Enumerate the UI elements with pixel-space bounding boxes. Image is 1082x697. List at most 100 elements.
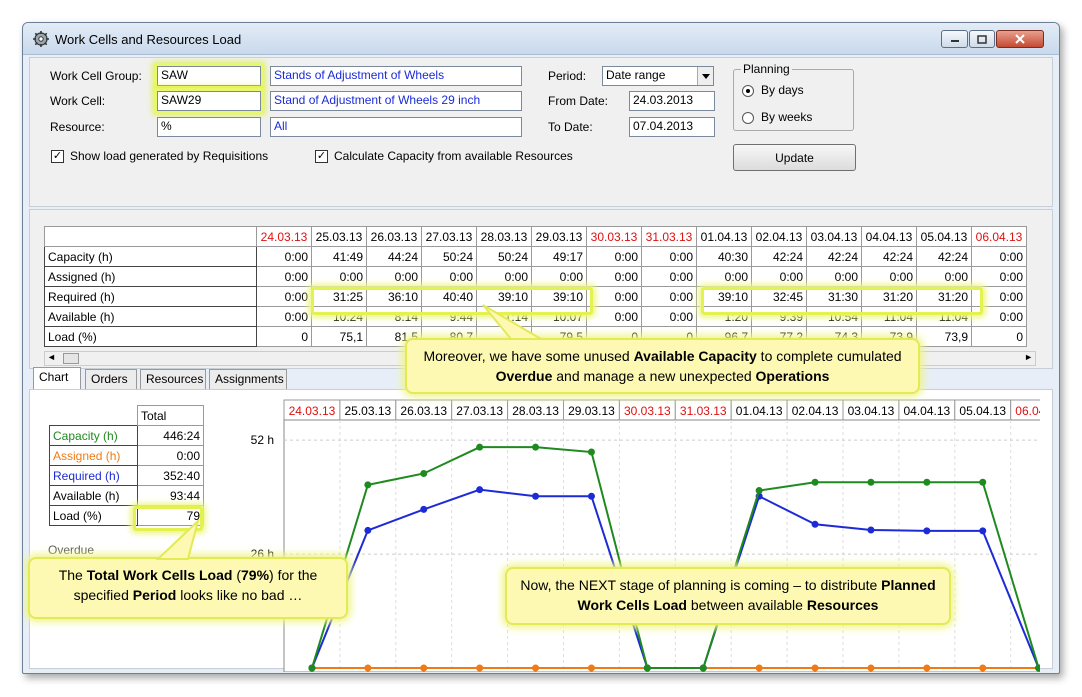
grid-cell[interactable]: 42:24 bbox=[861, 246, 917, 267]
grid-cell[interactable]: 42:24 bbox=[916, 246, 972, 267]
work-cell-group-code-input[interactable]: SAW bbox=[157, 66, 261, 86]
work-cell-name-field[interactable]: Stand of Adjustment of Wheels 29 inch bbox=[270, 91, 522, 111]
tab-resources[interactable]: Resources bbox=[140, 369, 206, 389]
calc-capacity-checkbox[interactable]: ✓ bbox=[315, 150, 328, 163]
grid-cell[interactable]: 0 bbox=[971, 326, 1027, 347]
grid-cell[interactable]: 49:17 bbox=[531, 246, 587, 267]
grid-date-header[interactable]: 27.03.13 bbox=[421, 226, 477, 247]
chart-date-label: 25.03.13 bbox=[344, 404, 391, 418]
grid-cell[interactable]: 0:00 bbox=[256, 266, 312, 287]
to-date-input[interactable]: 07.04.2013 bbox=[629, 117, 715, 137]
chevron-down-icon[interactable] bbox=[697, 67, 713, 85]
grid-cell[interactable]: 0 bbox=[256, 326, 312, 347]
grid-cell[interactable]: 0:00 bbox=[696, 266, 752, 287]
by-weeks-radio[interactable] bbox=[742, 112, 754, 124]
totals-value: 93:44 bbox=[137, 485, 204, 506]
data-point bbox=[811, 520, 819, 528]
grid-cell[interactable]: 42:24 bbox=[806, 246, 862, 267]
scroll-right-icon[interactable]: ► bbox=[1024, 352, 1033, 362]
grid-cell[interactable]: 0:00 bbox=[971, 246, 1027, 267]
grid-date-header[interactable]: 01.04.13 bbox=[696, 226, 752, 247]
grid-date-header[interactable]: 04.04.13 bbox=[861, 226, 917, 247]
grid-cell[interactable]: 0:00 bbox=[751, 266, 807, 287]
grid-cell[interactable]: 40:30 bbox=[696, 246, 752, 267]
grid-date-header[interactable]: 06.04.13 bbox=[971, 226, 1027, 247]
grid-cell[interactable]: 41:49 bbox=[311, 246, 367, 267]
scroll-thumb[interactable] bbox=[63, 353, 79, 364]
title-bar[interactable]: Work Cells and Resources Load bbox=[23, 23, 1059, 55]
data-point bbox=[643, 664, 651, 672]
grid-cell[interactable]: 0:00 bbox=[311, 266, 367, 287]
grid-cell[interactable]: 50:24 bbox=[476, 246, 532, 267]
grid-cell[interactable]: 50:24 bbox=[421, 246, 477, 267]
grid-date-header[interactable]: 25.03.13 bbox=[311, 226, 367, 247]
grid-cell[interactable]: 75,1 bbox=[311, 326, 367, 347]
callout-text: 79% bbox=[241, 567, 270, 583]
resource-name-field[interactable]: All bbox=[270, 117, 522, 137]
grid-date-header[interactable]: 02.04.13 bbox=[751, 226, 807, 247]
grid-cell[interactable]: 0:00 bbox=[476, 266, 532, 287]
work-cell-label: Work Cell: bbox=[50, 94, 106, 108]
tab-orders[interactable]: Orders bbox=[85, 369, 137, 389]
grid-date-header[interactable]: 05.04.13 bbox=[916, 226, 972, 247]
from-date-input[interactable]: 24.03.2013 bbox=[629, 91, 715, 111]
grid-cell[interactable]: 0:00 bbox=[256, 246, 312, 267]
grid-date-header[interactable]: 30.03.13 bbox=[586, 226, 642, 247]
resource-code-input[interactable]: % bbox=[157, 117, 261, 137]
callout-text: Resources bbox=[806, 597, 879, 613]
grid-cell[interactable]: 0:00 bbox=[256, 286, 312, 307]
grid-date-header[interactable]: 24.03.13 bbox=[256, 226, 312, 247]
grid-cell[interactable]: 0:00 bbox=[861, 266, 917, 287]
data-point bbox=[420, 505, 428, 513]
chart-date-label: 02.04.13 bbox=[792, 404, 839, 418]
period-select[interactable]: Date range bbox=[602, 66, 714, 86]
grid-date-header[interactable]: 26.03.13 bbox=[366, 226, 422, 247]
maximize-button[interactable] bbox=[969, 30, 995, 48]
grid-cell[interactable]: 0:00 bbox=[586, 286, 642, 307]
grid-date-header[interactable]: 03.04.13 bbox=[806, 226, 862, 247]
callout-text: Available Capacity bbox=[633, 348, 757, 364]
scroll-left-icon[interactable]: ◄ bbox=[47, 352, 56, 362]
tab-assignments[interactable]: Assignments bbox=[209, 369, 287, 389]
grid-cell[interactable]: 0:00 bbox=[586, 306, 642, 327]
data-point bbox=[979, 527, 987, 535]
totals-row-label: Load (%) bbox=[49, 505, 138, 526]
data-point bbox=[532, 443, 540, 451]
grid-cell[interactable]: 0:00 bbox=[586, 266, 642, 287]
grid-cell[interactable]: 0:00 bbox=[916, 266, 972, 287]
grid-cell[interactable]: 44:24 bbox=[366, 246, 422, 267]
grid-cell[interactable]: 0:00 bbox=[531, 266, 587, 287]
callout-pointer-left bbox=[155, 519, 200, 560]
grid-cell[interactable]: 0:00 bbox=[586, 246, 642, 267]
grid-date-header[interactable]: 31.03.13 bbox=[641, 226, 697, 247]
by-days-radio[interactable] bbox=[742, 85, 754, 97]
grid-cell[interactable]: 0:00 bbox=[421, 266, 477, 287]
grid-date-header[interactable]: 29.03.13 bbox=[531, 226, 587, 247]
close-button[interactable] bbox=[996, 30, 1044, 48]
update-button[interactable]: Update bbox=[733, 144, 856, 171]
grid-cell[interactable]: 0:00 bbox=[641, 246, 697, 267]
grid-cell[interactable]: 0:00 bbox=[641, 266, 697, 287]
grid-cell[interactable]: 73,9 bbox=[916, 326, 972, 347]
grid-cell[interactable]: 0:00 bbox=[971, 266, 1027, 287]
y-tick-label: 52 h bbox=[251, 433, 274, 447]
show-requisitions-checkbox[interactable]: ✓ bbox=[51, 150, 64, 163]
totals-corner bbox=[50, 406, 138, 426]
calc-capacity-label: Calculate Capacity from available Resour… bbox=[334, 149, 573, 163]
table-row: Capacity (h) 446:24 bbox=[49, 425, 204, 446]
tab-chart[interactable]: Chart bbox=[33, 367, 81, 391]
grid-cell[interactable]: 42:24 bbox=[751, 246, 807, 267]
callout-text: ( bbox=[232, 567, 242, 583]
grid-date-header[interactable]: 28.03.13 bbox=[476, 226, 532, 247]
grid-cell[interactable]: 0:00 bbox=[366, 266, 422, 287]
table-row: Available (h) 93:44 bbox=[49, 485, 204, 506]
grid-cell[interactable]: 0:00 bbox=[641, 286, 697, 307]
grid-corner bbox=[44, 226, 257, 247]
grid-cell[interactable]: 0:00 bbox=[806, 266, 862, 287]
work-cell-code-input[interactable]: SAW29 bbox=[157, 91, 261, 111]
grid-cell[interactable]: 0:00 bbox=[256, 306, 312, 327]
grid-cell[interactable]: 0:00 bbox=[641, 306, 697, 327]
data-point bbox=[811, 664, 819, 672]
minimize-button[interactable] bbox=[941, 30, 968, 48]
work-cell-group-name-field[interactable]: Stands of Adjustment of Wheels bbox=[270, 66, 522, 86]
